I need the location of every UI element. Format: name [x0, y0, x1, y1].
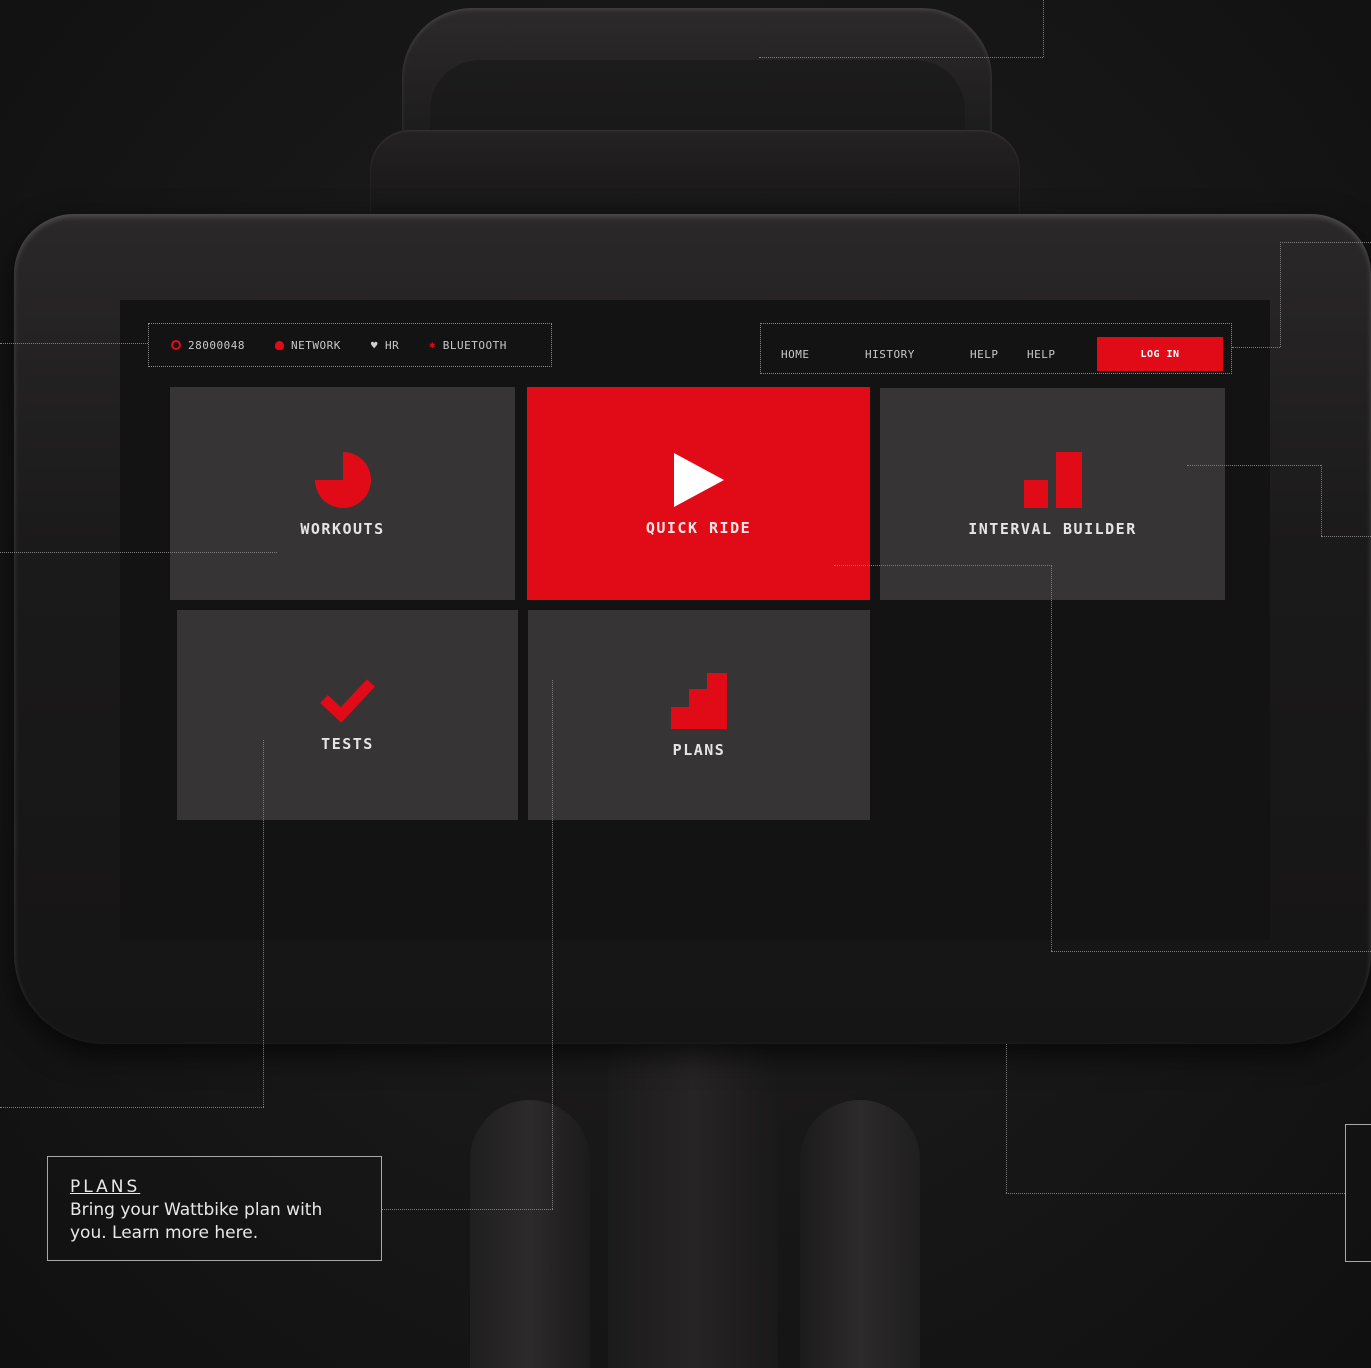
nav-item-home[interactable]: HOME — [781, 348, 810, 361]
cloud-icon — [274, 340, 284, 350]
connector-line — [1280, 242, 1281, 347]
connector-line — [263, 740, 264, 1107]
tile-quick-ride-label: QUICK RIDE — [645, 518, 752, 537]
tile-quick-ride[interactable]: QUICK RIDE — [527, 387, 870, 600]
status-network-label: NETWORK — [290, 338, 341, 352]
connector-line — [1280, 242, 1371, 243]
play-icon — [673, 452, 724, 507]
status-item-bluetooth: ✱ BLUETOOTH — [429, 339, 507, 352]
right-handlebar-grip — [800, 1100, 920, 1368]
nav-item-help[interactable]: HELP — [970, 348, 999, 361]
status-item-id: 28000048 — [171, 339, 245, 352]
connector-line — [1043, 0, 1044, 57]
connector-line — [382, 1209, 553, 1210]
tile-workouts-label: WORKOUTS — [300, 519, 385, 538]
bluetooth-icon: ✱ — [429, 339, 436, 351]
tile-workouts[interactable]: WORKOUTS — [170, 387, 515, 600]
connector-line — [0, 1107, 264, 1108]
status-bar: 28000048 NETWORK ♥ HR ✱ BLUETOOTH — [148, 323, 552, 367]
connector-line — [759, 57, 1043, 58]
tile-interval-builder-label: INTERVAL BUILDER — [968, 520, 1137, 538]
callout-box-partial — [1345, 1124, 1371, 1262]
connector-line — [1232, 347, 1280, 348]
plans-info-callout[interactable]: PLANS Bring your Wattbike plan with you.… — [47, 1156, 382, 1261]
nav-item-help-2[interactable]: HELP — [1027, 348, 1056, 361]
status-item-hr: ♥ HR — [371, 339, 399, 352]
connector-line — [1321, 465, 1322, 536]
status-bluetooth-label: BLUETOOTH — [442, 338, 507, 352]
nav-bar: HOME HISTORY HELP HELP LOG IN — [760, 323, 1232, 374]
bar-chart-icon — [1023, 452, 1082, 508]
tile-plans-label: PLANS — [672, 741, 726, 759]
tile-tests-label: TESTS — [321, 735, 374, 753]
console-stem — [608, 1030, 778, 1368]
pie-chart-icon — [314, 451, 371, 508]
callout-body: Bring your Wattbike plan with you. Learn… — [70, 1200, 323, 1243]
status-item-network: NETWORK — [274, 338, 341, 352]
status-id-label: 28000048 — [188, 338, 245, 352]
status-hr-label: HR — [384, 338, 400, 352]
tile-interval-builder[interactable]: INTERVAL BUILDER — [880, 388, 1225, 600]
connector-line — [552, 680, 553, 1209]
connector-line — [1051, 951, 1371, 952]
connector-line — [1051, 565, 1052, 951]
steps-icon — [671, 673, 727, 729]
connector-line — [0, 552, 277, 553]
nav-item-history[interactable]: HISTORY — [865, 348, 915, 361]
connector-line — [1006, 1044, 1007, 1193]
callout-title[interactable]: PLANS — [70, 1177, 381, 1197]
connector-line — [1321, 536, 1371, 537]
connector-line — [1187, 465, 1321, 466]
heart-icon: ♥ — [370, 338, 378, 352]
power-ring-icon — [171, 340, 181, 350]
checkmark-icon — [319, 679, 375, 723]
scene: 28000048 NETWORK ♥ HR ✱ BLUETOOTH HOME H… — [0, 0, 1371, 1368]
connector-line — [1006, 1193, 1345, 1194]
left-handlebar-grip — [470, 1100, 590, 1368]
connector-line — [834, 565, 1052, 566]
tile-tests[interactable]: TESTS — [177, 610, 518, 820]
connector-line — [0, 343, 148, 344]
login-button[interactable]: LOG IN — [1097, 337, 1223, 371]
tile-plans[interactable]: PLANS — [528, 610, 870, 820]
